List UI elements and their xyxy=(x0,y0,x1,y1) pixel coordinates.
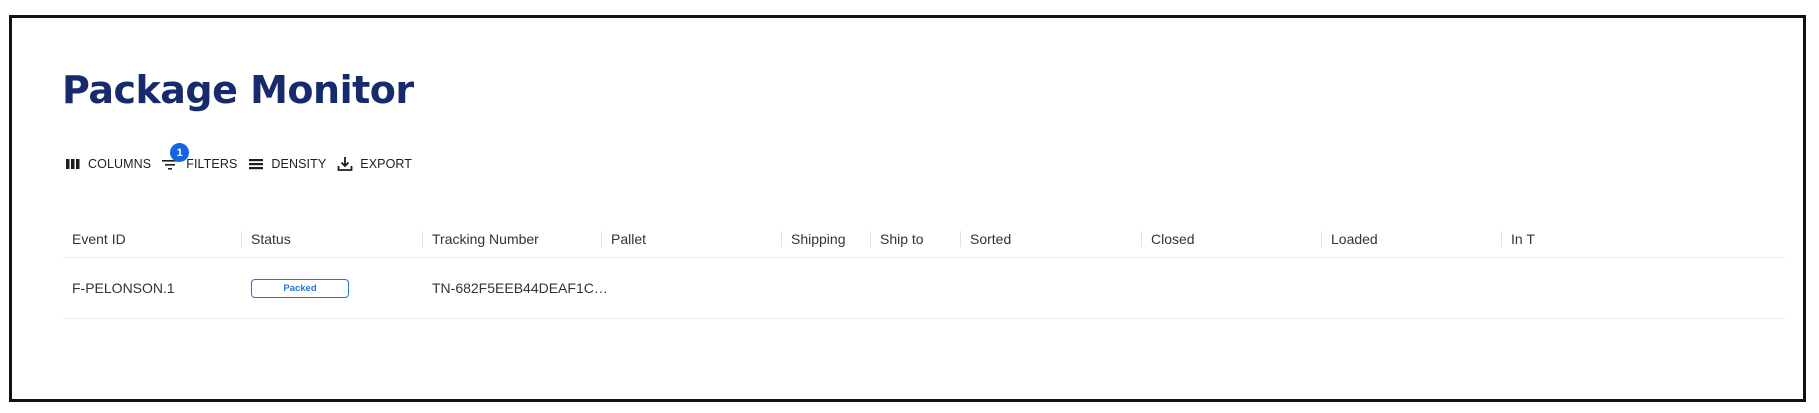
column-separator[interactable] xyxy=(960,231,961,247)
export-icon xyxy=(336,155,354,173)
columns-icon xyxy=(64,155,82,173)
column-header-loaded[interactable]: Loaded xyxy=(1321,221,1501,257)
column-separator[interactable] xyxy=(781,231,782,247)
cell-status: Packed xyxy=(251,258,349,318)
column-header-status[interactable]: Status xyxy=(241,221,421,257)
column-separator[interactable] xyxy=(1141,231,1142,247)
column-header-ship-to[interactable]: Ship to xyxy=(870,221,960,257)
filters-label: FILTERS xyxy=(186,157,238,171)
export-button[interactable]: EXPORT xyxy=(336,155,412,173)
package-table: Event ID Status Tracking Number Pallet S… xyxy=(62,221,1786,319)
filter-icon: 1 xyxy=(161,143,190,173)
column-header-sorted[interactable]: Sorted xyxy=(960,221,1140,257)
density-icon xyxy=(247,155,265,173)
table-row[interactable]: F-PELONSON.1 Packed TN-682F5EEB44DEAF1C… xyxy=(62,258,1786,318)
status-badge: Packed xyxy=(251,278,349,298)
columns-label: COLUMNS xyxy=(88,157,152,171)
column-separator[interactable] xyxy=(1321,231,1322,247)
density-label: DENSITY xyxy=(271,157,327,171)
export-label: EXPORT xyxy=(360,157,413,171)
filters-button[interactable]: 1 FILTERS xyxy=(161,143,238,173)
column-header-event-id[interactable]: Event ID xyxy=(62,221,240,257)
cell-event-id: F-PELONSON.1 xyxy=(72,280,175,296)
column-separator[interactable] xyxy=(870,231,871,247)
column-separator[interactable] xyxy=(1501,231,1502,247)
row-divider xyxy=(62,318,1786,319)
columns-button[interactable]: COLUMNS xyxy=(64,155,151,173)
column-separator[interactable] xyxy=(241,231,242,247)
table-header-row: Event ID Status Tracking Number Pallet S… xyxy=(62,221,1786,257)
page-title: Package Monitor xyxy=(62,68,414,112)
column-header-tracking-number[interactable]: Tracking Number xyxy=(422,221,602,257)
column-header-closed[interactable]: Closed xyxy=(1141,221,1321,257)
column-header-shipping[interactable]: Shipping xyxy=(781,221,870,257)
column-separator[interactable] xyxy=(601,231,602,247)
density-button[interactable]: DENSITY xyxy=(247,155,326,173)
app-frame: Package Monitor COLUMNS 1 FILTERS DENSIT… xyxy=(9,15,1806,402)
cell-tracking-number: TN-682F5EEB44DEAF1C… xyxy=(432,280,608,296)
grid-toolbar: COLUMNS 1 FILTERS DENSITY EXPORT xyxy=(64,143,422,175)
column-header-in-transit[interactable]: In T xyxy=(1501,221,1537,257)
column-separator[interactable] xyxy=(422,231,423,247)
column-header-pallet[interactable]: Pallet xyxy=(601,221,781,257)
